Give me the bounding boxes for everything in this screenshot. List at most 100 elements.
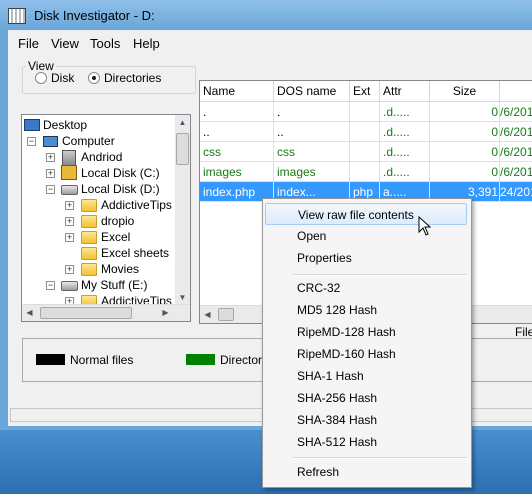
column-header-dos-name[interactable]: DOS name bbox=[274, 81, 350, 102]
tree-label: Excel bbox=[101, 230, 131, 244]
menu-sha384[interactable]: SHA-384 Hash bbox=[265, 409, 467, 431]
cell-ext bbox=[350, 122, 380, 142]
scroll-left-icon[interactable]: ◀ bbox=[200, 307, 215, 322]
cell-dos-name: . bbox=[274, 102, 350, 122]
collapse-icon[interactable]: − bbox=[46, 281, 55, 290]
expand-icon[interactable]: + bbox=[65, 201, 74, 210]
menu-open[interactable]: Open bbox=[265, 225, 467, 247]
tree-vertical-scrollbar[interactable]: ▲ ▼ bbox=[175, 115, 190, 305]
menu-sha1[interactable]: SHA-1 Hash bbox=[265, 365, 467, 387]
radio-disk-label[interactable]: Disk bbox=[51, 71, 74, 85]
expand-icon[interactable]: + bbox=[65, 233, 74, 242]
drive-icon bbox=[61, 165, 77, 180]
folder-icon bbox=[81, 199, 97, 212]
folder-icon bbox=[81, 247, 97, 260]
menu-md5[interactable]: MD5 128 Hash bbox=[265, 299, 467, 321]
cell-date: /6/201 bbox=[500, 102, 532, 122]
tree-label: Computer bbox=[62, 134, 115, 148]
expand-icon[interactable]: + bbox=[46, 169, 55, 178]
column-header-ext[interactable]: Ext bbox=[350, 81, 380, 102]
tree-label: Local Disk (D:) bbox=[81, 182, 160, 196]
directories-swatch bbox=[186, 354, 215, 365]
cell-attr: .d..... bbox=[380, 122, 430, 142]
cell-dos-name: css bbox=[274, 142, 350, 162]
cell-size: 0 bbox=[430, 122, 500, 142]
cell-attr: .d..... bbox=[380, 142, 430, 162]
scroll-thumb[interactable] bbox=[40, 307, 132, 319]
folder-icon bbox=[81, 215, 97, 228]
menu-sha256[interactable]: SHA-256 Hash bbox=[265, 387, 467, 409]
column-header-name[interactable]: Name bbox=[200, 81, 274, 102]
scroll-down-icon[interactable]: ▼ bbox=[175, 290, 190, 305]
context-menu: View raw file contents Open Properties C… bbox=[262, 198, 472, 488]
radio-directories-label[interactable]: Directories bbox=[104, 71, 161, 85]
files-label: File bbox=[515, 325, 532, 339]
menu-properties[interactable]: Properties bbox=[265, 247, 467, 269]
tree-label: Andriod bbox=[81, 150, 123, 164]
drive-icon bbox=[61, 281, 78, 291]
cell-dos-name: images bbox=[274, 162, 350, 182]
scroll-up-icon[interactable]: ▲ bbox=[175, 115, 190, 130]
cell-date: /6/201 bbox=[500, 162, 532, 182]
cell-date: /6/201 bbox=[500, 122, 532, 142]
cell-ext bbox=[350, 102, 380, 122]
cell-name: images bbox=[200, 162, 274, 182]
menu-help[interactable]: Help bbox=[133, 36, 160, 51]
cell-ext bbox=[350, 142, 380, 162]
folder-icon bbox=[81, 263, 97, 276]
cell-size: 0 bbox=[430, 102, 500, 122]
column-header-size[interactable]: Size bbox=[430, 81, 500, 102]
menu-view-raw-contents[interactable]: View raw file contents bbox=[265, 203, 467, 225]
collapse-icon[interactable]: − bbox=[27, 137, 36, 146]
tree-label: Movies bbox=[101, 262, 140, 276]
window-title: Disk Investigator - D: bbox=[34, 8, 155, 23]
desktop-icon bbox=[24, 119, 40, 131]
scroll-thumb[interactable] bbox=[176, 133, 189, 165]
computer-icon bbox=[43, 136, 58, 147]
menu-refresh[interactable]: Refresh bbox=[265, 461, 467, 483]
tree-label: My Stuff (E:) bbox=[81, 278, 148, 292]
cell-date: /6/201 bbox=[500, 142, 532, 162]
menu-file[interactable]: File bbox=[18, 36, 39, 51]
menu-crc32[interactable]: CRC-32 bbox=[265, 277, 467, 299]
normal-files-swatch bbox=[36, 354, 65, 365]
cell-attr: .d..... bbox=[380, 162, 430, 182]
menu-ripemd128[interactable]: RipeMD-128 Hash bbox=[265, 321, 467, 343]
tree-label: AddictiveTips bbox=[101, 198, 172, 212]
cell-attr: .d..... bbox=[380, 102, 430, 122]
menu-ripemd160[interactable]: RipeMD-160 Hash bbox=[265, 343, 467, 365]
cell-name: css bbox=[200, 142, 274, 162]
tree-horizontal-scrollbar[interactable]: ◀ ▶ bbox=[22, 304, 190, 321]
expand-icon[interactable]: + bbox=[46, 153, 55, 162]
folder-icon bbox=[81, 231, 97, 244]
column-header-date[interactable] bbox=[500, 81, 532, 102]
directory-tree[interactable]: Desktop − Computer + Andriod + Local Dis… bbox=[21, 114, 191, 322]
tree-label: dropio bbox=[101, 214, 135, 228]
scroll-thumb[interactable] bbox=[218, 308, 234, 321]
cell-size: 0 bbox=[430, 162, 500, 182]
menu-view[interactable]: View bbox=[51, 36, 79, 51]
cell-size: 0 bbox=[430, 142, 500, 162]
scroll-left-icon[interactable]: ◀ bbox=[22, 305, 37, 320]
menu-sha512[interactable]: SHA-512 Hash bbox=[265, 431, 467, 453]
drive-icon bbox=[61, 185, 78, 195]
tree-label: Excel sheets bbox=[101, 246, 170, 260]
scroll-right-icon[interactable]: ▶ bbox=[158, 305, 173, 320]
cell-dos-name: .. bbox=[274, 122, 350, 142]
cursor-arrow-icon bbox=[418, 216, 432, 236]
cell-ext bbox=[350, 162, 380, 182]
column-header-attr[interactable]: Attr bbox=[380, 81, 430, 102]
legend-normal-files: Normal files bbox=[70, 353, 134, 367]
expand-icon[interactable]: + bbox=[65, 265, 74, 274]
cell-date: 24/201 bbox=[500, 182, 532, 202]
cell-name: .. bbox=[200, 122, 274, 142]
menu-tools[interactable]: Tools bbox=[90, 36, 120, 51]
menu-separator bbox=[293, 457, 467, 459]
device-icon bbox=[62, 150, 76, 166]
menu-bar: File View Tools Help bbox=[8, 34, 532, 52]
collapse-icon[interactable]: − bbox=[46, 185, 55, 194]
cell-name: . bbox=[200, 102, 274, 122]
radio-disk[interactable] bbox=[35, 72, 47, 84]
radio-directories[interactable] bbox=[88, 72, 100, 84]
expand-icon[interactable]: + bbox=[65, 217, 74, 226]
